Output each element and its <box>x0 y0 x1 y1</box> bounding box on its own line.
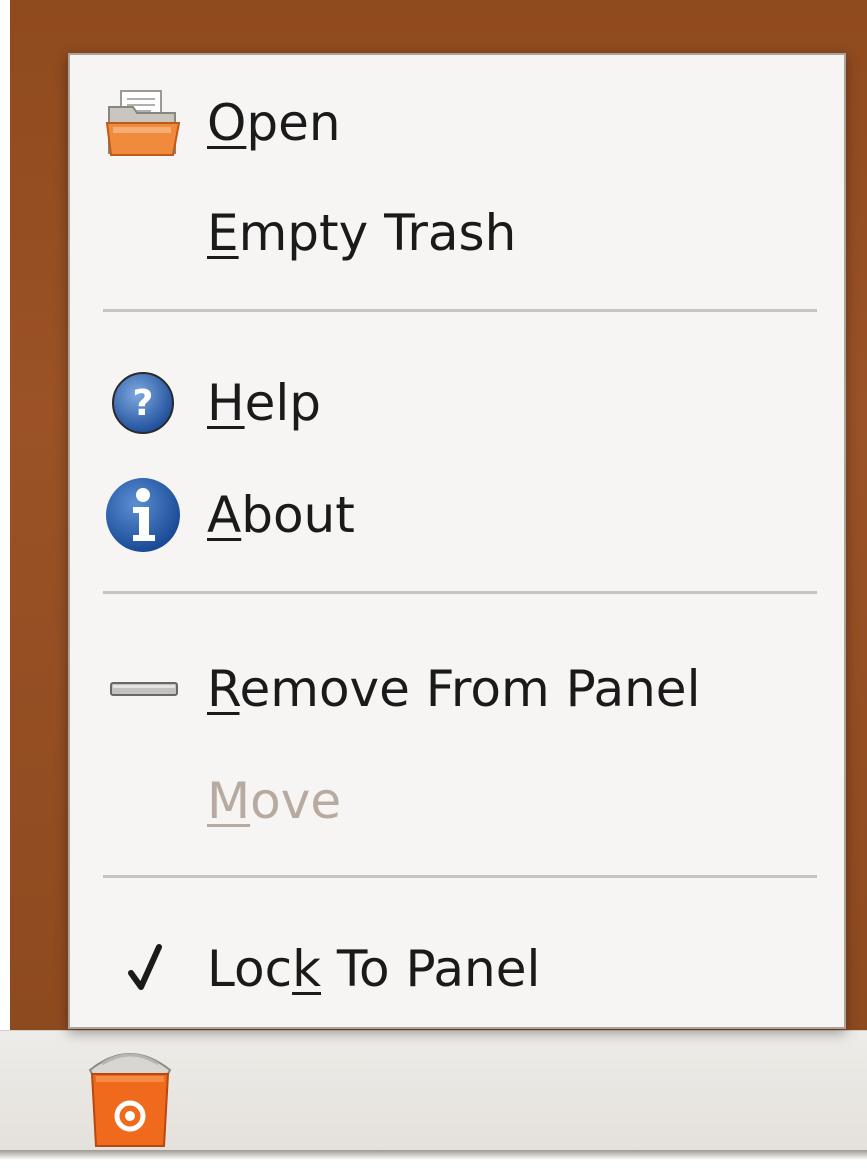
checkmark-icon <box>103 929 183 1009</box>
menu-item-about[interactable]: About <box>70 461 844 569</box>
menu-item-help[interactable]: ? Help <box>70 349 844 457</box>
menu-item-label: Remove From Panel <box>207 660 701 718</box>
menu-item-label: Lock To Panel <box>207 940 541 998</box>
menu-item-remove-from-panel[interactable]: Remove From Panel <box>70 635 844 743</box>
menu-item-move: Move <box>70 747 844 855</box>
menu-separator <box>103 591 817 594</box>
menu-item-open[interactable]: Open <box>70 69 844 177</box>
folder-open-icon <box>103 83 183 163</box>
trash-icon[interactable] <box>82 1040 178 1150</box>
context-menu: Open Empty Trash ? Help About Remove Fro… <box>68 53 846 1029</box>
menu-item-label: About <box>207 486 355 544</box>
menu-item-label: Open <box>207 94 341 152</box>
screen-edge <box>0 0 10 1150</box>
menu-separator <box>103 875 817 878</box>
panel-shadow <box>0 1150 867 1160</box>
remove-icon <box>103 649 183 729</box>
info-icon <box>103 475 183 555</box>
help-icon: ? <box>103 363 183 443</box>
menu-item-lock-to-panel[interactable]: Lock To Panel <box>70 915 844 1023</box>
svg-text:?: ? <box>133 383 154 424</box>
menu-item-label: Empty Trash <box>207 204 517 262</box>
menu-item-empty-trash[interactable]: Empty Trash <box>70 179 844 287</box>
menu-item-label: Move <box>207 772 342 830</box>
menu-item-label: Help <box>207 374 322 432</box>
menu-separator <box>103 309 817 312</box>
